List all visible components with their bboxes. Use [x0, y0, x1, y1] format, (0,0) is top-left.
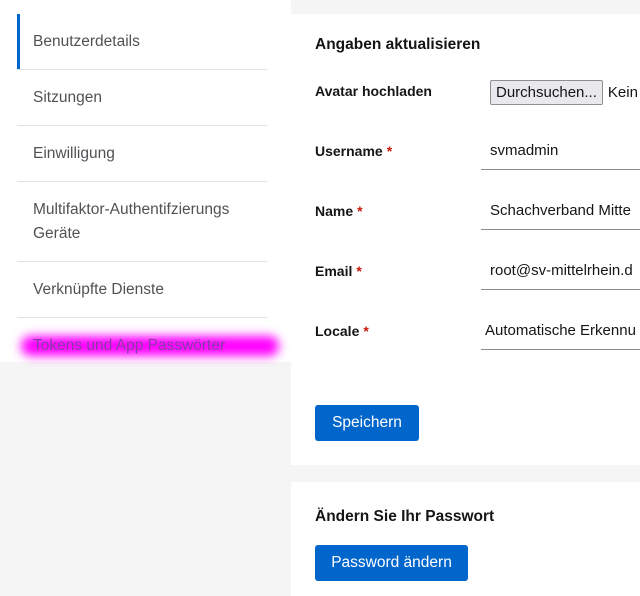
username-label: Username *	[315, 143, 393, 159]
sidebar-nav: Benutzerdetails Sitzungen Einwilligung M…	[17, 14, 267, 374]
email-label: Email *	[315, 263, 362, 279]
sidebar-item-label: Benutzerdetails	[33, 33, 140, 50]
sidebar-item-label: Verknüpfte Dienste	[33, 281, 164, 298]
sidebar-item-mfa-devices[interactable]: Multifaktor-Authentifzierungs Geräte	[17, 182, 267, 262]
password-card: Ändern Sie Ihr Passwort Password ändern	[291, 482, 640, 596]
change-password-button[interactable]: Password ändern	[315, 545, 468, 581]
required-marker: *	[356, 263, 362, 279]
sidebar-item-label: Sitzungen	[33, 89, 102, 106]
sidebar-item-tokens[interactable]: Tokens und App Passwörter	[17, 318, 267, 374]
avatar-label: Avatar hochladen	[315, 83, 432, 99]
username-field[interactable]: svmadmin	[481, 133, 640, 170]
required-marker: *	[357, 203, 363, 219]
sidebar-item-label: Einwilligung	[33, 145, 115, 162]
save-button[interactable]: Speichern	[315, 405, 419, 441]
required-marker: *	[363, 323, 369, 339]
locale-select[interactable]: Automatische Erkennu	[481, 313, 640, 350]
account-details-card: Angaben aktualisieren Avatar hochladen D…	[291, 14, 640, 465]
email-field[interactable]: root@sv-mittelrhein.d	[481, 253, 640, 290]
sidebar: Benutzerdetails Sitzungen Einwilligung M…	[0, 0, 291, 362]
locale-label: Locale *	[315, 323, 369, 339]
file-status-text: Kein	[607, 84, 638, 101]
sidebar-item-einwilligung[interactable]: Einwilligung	[17, 126, 267, 182]
section-title: Angaben aktualisieren	[315, 36, 481, 53]
name-label: Name *	[315, 203, 363, 219]
sidebar-item-benutzerdetails[interactable]: Benutzerdetails	[17, 14, 267, 70]
required-marker: *	[386, 143, 393, 159]
section-title: Ändern Sie Ihr Passwort	[315, 508, 495, 525]
avatar-file-input[interactable]: Durchsuchen... Kein	[490, 80, 638, 105]
sidebar-item-sitzungen[interactable]: Sitzungen	[17, 70, 267, 126]
sidebar-item-linked-services[interactable]: Verknüpfte Dienste	[17, 262, 267, 318]
browse-button[interactable]: Durchsuchen...	[490, 80, 603, 105]
sidebar-item-label: Multifaktor-Authentifzierungs Geräte	[33, 201, 230, 242]
sidebar-item-label: Tokens und App Passwörter	[33, 334, 267, 358]
name-field[interactable]: Schachverband Mitte	[481, 193, 640, 230]
